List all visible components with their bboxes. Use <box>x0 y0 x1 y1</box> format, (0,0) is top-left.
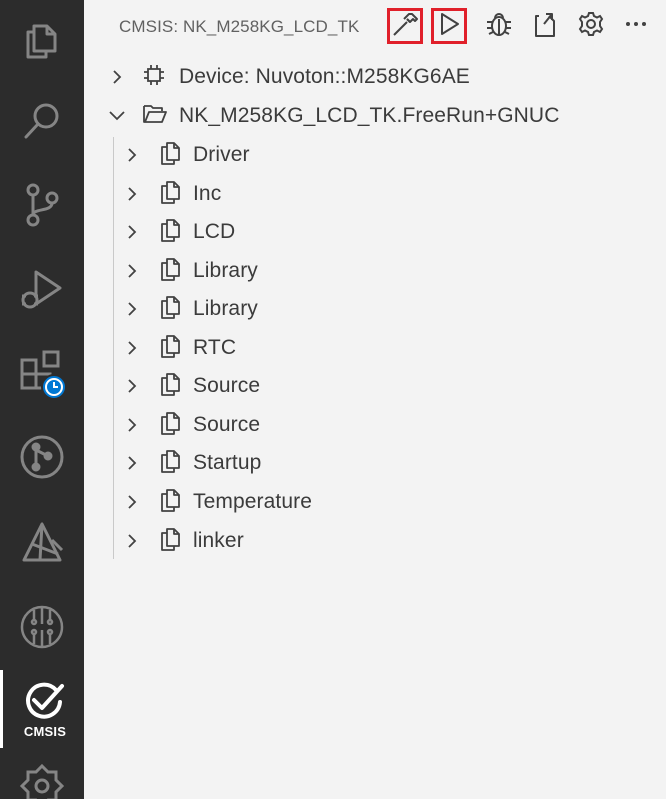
activity-extensions[interactable] <box>0 338 84 416</box>
group-label: Library <box>193 259 258 282</box>
manage-solution-button[interactable] <box>573 8 609 44</box>
chevron-right-icon[interactable] <box>125 263 139 279</box>
ellipsis-icon <box>622 10 650 43</box>
group-label: Startup <box>193 451 262 474</box>
file-group-icon <box>158 140 182 171</box>
group-label: Inc <box>193 182 222 205</box>
activity-bar: CMSIS <box>0 0 84 799</box>
tree-item-group[interactable]: Inc <box>125 175 221 213</box>
group-label: Driver <box>193 143 250 166</box>
gear-icon <box>577 10 605 43</box>
debug-button[interactable] <box>481 8 517 44</box>
search-icon <box>20 99 64 143</box>
file-group-icon <box>158 448 182 479</box>
group-label: Library <box>193 297 258 320</box>
git-graph-icon <box>19 434 65 480</box>
group-label: Source <box>193 413 261 436</box>
extensions-clock-icon <box>16 350 68 404</box>
file-group-icon <box>158 526 182 557</box>
activity-cmsis[interactable]: CMSIS <box>0 670 84 748</box>
group-label: Temperature <box>193 490 312 513</box>
tree-item-group[interactable]: Startup <box>125 444 261 482</box>
chip-circle-icon <box>19 604 65 650</box>
activity-device-manager[interactable] <box>0 588 84 666</box>
chevron-right-icon[interactable] <box>110 69 124 85</box>
tree-item-group[interactable]: Temperature <box>125 483 312 521</box>
run-debug-icon <box>18 266 66 312</box>
file-group-icon <box>158 179 182 210</box>
tree-item-group[interactable]: linker <box>125 522 244 560</box>
chevron-down-icon[interactable] <box>108 108 126 124</box>
activity-settings-extension[interactable] <box>0 758 84 799</box>
open-file-icon <box>531 10 559 43</box>
chevron-right-icon[interactable] <box>125 494 139 510</box>
chevron-right-icon[interactable] <box>125 186 139 202</box>
hammer-icon <box>391 10 419 43</box>
chevron-right-icon[interactable] <box>125 455 139 471</box>
play-icon <box>437 11 461 42</box>
file-group-icon <box>158 294 182 325</box>
open-csolution-button[interactable] <box>527 8 563 44</box>
group-label: RTC <box>193 336 237 359</box>
chevron-right-icon[interactable] <box>125 533 139 549</box>
project-label: NK_M258KG_LCD_TK.FreeRun+GNUC <box>179 104 560 127</box>
chevron-right-icon[interactable] <box>125 224 139 240</box>
chevron-right-icon[interactable] <box>125 147 139 163</box>
activity-search[interactable] <box>0 82 84 160</box>
more-actions-button[interactable] <box>618 8 654 44</box>
bug-icon <box>485 10 513 43</box>
panel-title: CMSIS: NK_M258KG_LCD_TK <box>119 17 360 36</box>
activity-run-debug[interactable] <box>0 250 84 328</box>
source-control-icon <box>20 182 64 228</box>
group-label: Source <box>193 374 261 397</box>
chevron-right-icon[interactable] <box>125 378 139 394</box>
tree-item-group[interactable]: Source <box>125 406 260 444</box>
activity-arm-tools[interactable] <box>0 504 84 582</box>
chevron-right-icon[interactable] <box>125 301 139 317</box>
cmsis-label: CMSIS <box>23 724 67 739</box>
chevron-right-icon[interactable] <box>125 340 139 356</box>
tree-item-group[interactable]: Source <box>125 367 260 405</box>
tree-item-group[interactable]: Library <box>125 252 258 290</box>
gear-outline-icon <box>18 758 66 799</box>
files-icon <box>20 17 64 61</box>
activity-git-graph[interactable] <box>0 418 84 496</box>
group-label: LCD <box>193 220 236 243</box>
cmsis-check-icon <box>22 680 66 720</box>
activity-explorer[interactable] <box>0 0 84 78</box>
file-group-icon <box>158 487 182 518</box>
indent-guide <box>113 137 114 559</box>
tree-item-group[interactable]: Library <box>125 290 258 328</box>
tree-item-project[interactable]: NK_M258KG_LCD_TK.FreeRun+GNUC <box>108 97 559 135</box>
file-group-icon <box>158 410 182 441</box>
folder-open-icon <box>142 103 168 130</box>
chevron-right-icon[interactable] <box>125 417 139 433</box>
file-group-icon <box>158 333 182 364</box>
file-group-icon <box>158 256 182 287</box>
build-button[interactable] <box>387 8 423 44</box>
activity-source-control[interactable] <box>0 166 84 244</box>
chip-icon <box>142 63 166 92</box>
file-group-icon <box>158 371 182 402</box>
group-label: linker <box>193 529 244 552</box>
arm-tools-icon <box>18 520 66 566</box>
tree-item-device[interactable]: Device: Nuvoton::M258KG6AE <box>110 58 470 96</box>
tree-item-group[interactable]: LCD <box>125 213 235 251</box>
file-group-icon <box>158 217 182 248</box>
run-button[interactable] <box>431 8 467 44</box>
tree-item-group[interactable]: RTC <box>125 329 236 367</box>
device-label: Device: Nuvoton::M258KG6AE <box>179 65 470 88</box>
tree-item-group[interactable]: Driver <box>125 136 250 174</box>
